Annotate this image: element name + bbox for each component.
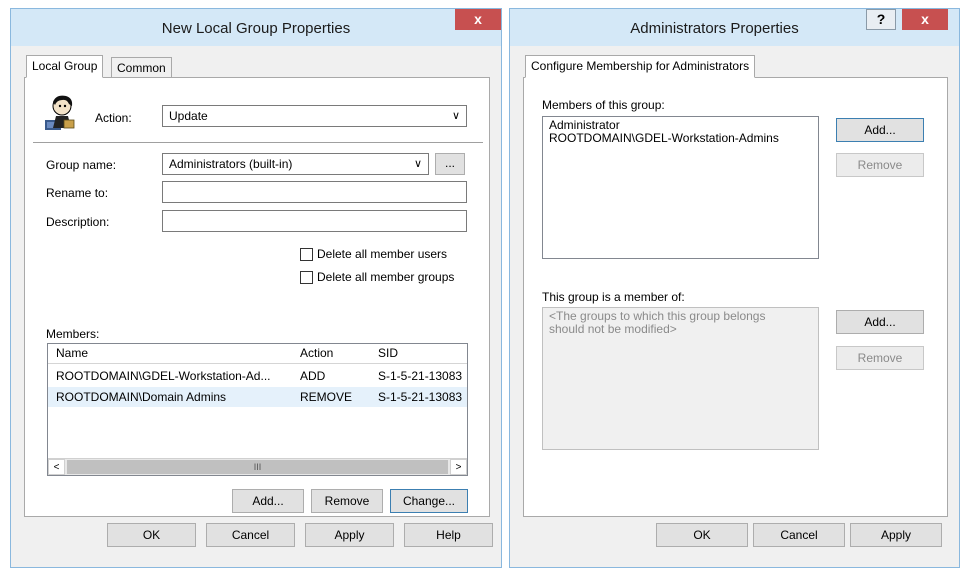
horizontal-scrollbar[interactable]: < III >: [48, 458, 467, 475]
delete-all-member-users-label: Delete all member users: [317, 247, 448, 261]
delete-all-member-users-checkbox[interactable]: [300, 248, 313, 261]
membership-tab-panel: Members of this group: Administrator ROO…: [523, 77, 948, 517]
add-member-button[interactable]: Add...: [836, 118, 924, 142]
member-of-label: This group is a member of:: [542, 290, 685, 304]
list-item[interactable]: ROOTDOMAIN\GDEL-Workstation-Admins: [549, 132, 812, 145]
table-row[interactable]: ROOTDOMAIN\GDEL-Workstation-Ad... ADD S-…: [48, 366, 467, 386]
column-sid[interactable]: SID: [378, 346, 398, 360]
tab-common[interactable]: Common: [111, 57, 172, 78]
member-of-list: <The groups to which this group belongs …: [542, 307, 819, 450]
new-local-group-properties-window: New Local Group Properties x Local Group…: [10, 8, 502, 568]
scrollbar-thumb[interactable]: III: [67, 460, 448, 474]
administrators-properties-window: Administrators Properties ? x Configure …: [509, 8, 960, 568]
scroll-right-button[interactable]: >: [450, 459, 467, 475]
row-action: ADD: [300, 369, 326, 383]
row-name: ROOTDOMAIN\Domain Admins: [56, 390, 227, 404]
ok-button[interactable]: OK: [656, 523, 748, 547]
action-value: Update: [169, 109, 208, 123]
help-button[interactable]: Help: [404, 523, 493, 547]
delete-all-member-groups-label: Delete all member groups: [317, 270, 455, 284]
cancel-button[interactable]: Cancel: [206, 523, 295, 547]
apply-button[interactable]: Apply: [850, 523, 942, 547]
add-button[interactable]: Add...: [232, 489, 304, 513]
tab-local-group[interactable]: Local Group: [26, 55, 104, 78]
cancel-button[interactable]: Cancel: [753, 523, 845, 547]
action-dropdown[interactable]: Update ∨: [162, 105, 467, 127]
group-name-label: Group name:: [46, 158, 117, 172]
member-of-placeholder: <The groups to which this group belongs …: [549, 309, 766, 336]
scroll-left-button[interactable]: <: [48, 459, 65, 475]
close-button[interactable]: x: [902, 9, 948, 30]
remove-member-button[interactable]: Remove: [836, 153, 924, 177]
row-action: REMOVE: [300, 390, 353, 404]
divider: [33, 142, 483, 143]
add-membership-button[interactable]: Add...: [836, 310, 924, 334]
action-label: Action:: [95, 111, 132, 125]
members-of-group-label: Members of this group:: [542, 98, 665, 112]
tab-configure-membership[interactable]: Configure Membership for Administrators: [525, 55, 756, 78]
members-label: Members:: [46, 327, 100, 341]
column-name[interactable]: Name: [56, 346, 88, 360]
group-name-value: Administrators (built-in): [169, 157, 293, 171]
delete-all-member-groups-checkbox[interactable]: [300, 271, 313, 284]
ok-button[interactable]: OK: [107, 523, 196, 547]
rename-input[interactable]: [162, 181, 467, 203]
row-sid: S-1-5-21-13083: [378, 369, 463, 383]
description-label: Description:: [46, 215, 110, 229]
remove-button[interactable]: Remove: [311, 489, 383, 513]
list-header: Name Action SID: [48, 344, 467, 364]
table-row[interactable]: ROOTDOMAIN\Domain Admins REMOVE S-1-5-21…: [48, 387, 467, 407]
chevron-down-icon: ∨: [413, 158, 422, 170]
change-button[interactable]: Change...: [390, 489, 468, 513]
description-input[interactable]: [162, 210, 467, 232]
browse-button[interactable]: ...: [435, 153, 465, 175]
help-icon[interactable]: ?: [866, 9, 896, 30]
group-name-dropdown[interactable]: Administrators (built-in) ∨: [162, 153, 429, 175]
column-action[interactable]: Action: [300, 346, 333, 360]
local-group-tab-panel: Action: Update ∨ Group name: Administrat…: [24, 77, 490, 517]
members-list[interactable]: Administrator ROOTDOMAIN\GDEL-Workstatio…: [542, 116, 819, 259]
remove-membership-button[interactable]: Remove: [836, 346, 924, 370]
row-name: ROOTDOMAIN\GDEL-Workstation-Ad...: [56, 369, 271, 383]
user-group-icon: [45, 95, 75, 130]
apply-button[interactable]: Apply: [305, 523, 394, 547]
title-bar[interactable]: Administrators Properties ? x: [510, 9, 959, 46]
members-list[interactable]: Name Action SID ROOTDOMAIN\GDEL-Workstat…: [47, 343, 468, 476]
chevron-down-icon: ∨: [451, 110, 460, 122]
window-title: New Local Group Properties: [161, 20, 351, 37]
rename-label: Rename to:: [46, 186, 109, 200]
row-sid: S-1-5-21-13083: [378, 390, 463, 404]
title-bar[interactable]: New Local Group Properties x: [11, 9, 501, 46]
